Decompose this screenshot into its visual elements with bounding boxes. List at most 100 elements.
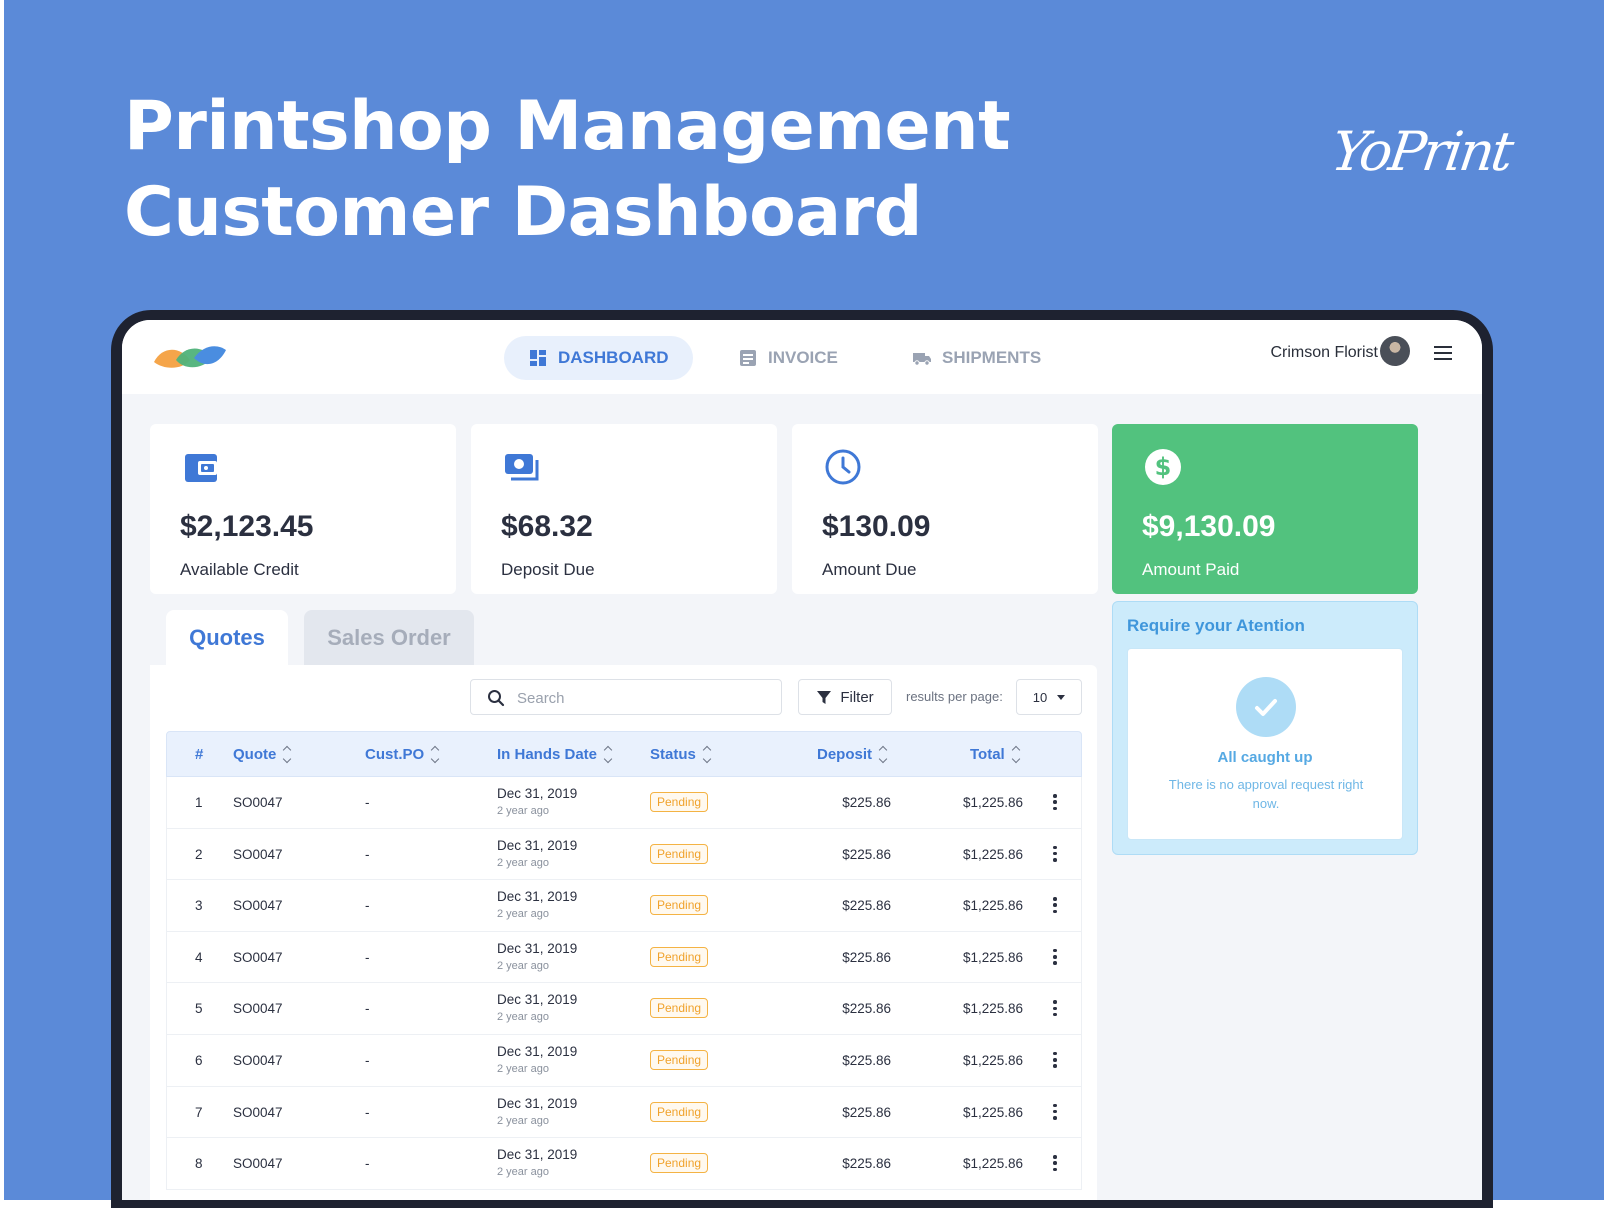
table-row[interactable]: 1 SO0047 - Dec 31, 2019 2 year ago Pending $22… [166, 777, 1082, 829]
column-header-in-hands-date[interactable]: In Hands Date [497, 745, 613, 764]
dollar-icon: $ [1145, 449, 1181, 485]
nav-shipments[interactable]: SHIPMENTS [888, 336, 1065, 380]
cust-po: - [365, 949, 370, 965]
table-row[interactable]: 3 SO0047 - Dec 31, 2019 2 year ago Pending $22… [166, 880, 1082, 932]
search-icon [488, 690, 505, 707]
attention-panel: Require your Atention All caught up Ther… [1112, 601, 1418, 855]
top-navigation: DASHBOARD INVOICE SHIPMENTS Crimson Flor… [122, 320, 1482, 394]
more-options-icon[interactable] [1053, 948, 1057, 965]
column-header-deposit[interactable]: Deposit [817, 745, 888, 764]
date-relative: 2 year ago [497, 805, 549, 817]
results-per-page-select[interactable]: 10 [1016, 679, 1082, 715]
clock-icon [825, 449, 861, 485]
status-badge: Pending [650, 1101, 709, 1122]
more-options-icon[interactable] [1053, 897, 1057, 914]
in-hands-date: Dec 31, 2019 [497, 1043, 578, 1059]
column-header-status[interactable]: Status [650, 745, 712, 764]
date-relative: 2 year ago [497, 908, 549, 921]
more-options-icon[interactable] [1053, 1103, 1057, 1120]
in-hands-date: Dec 31, 2019 [497, 1095, 578, 1111]
more-options-icon[interactable] [1053, 845, 1057, 862]
total-value: $1,225.86 [962, 1156, 1023, 1172]
results-per-page-value: 10 [1032, 689, 1048, 705]
search-input[interactable] [517, 686, 767, 710]
filter-button[interactable]: Filter [798, 679, 892, 715]
hero-title-line1: Printshop Management [124, 87, 1011, 166]
wallet-icon [185, 454, 217, 482]
status-badge: Pending [650, 843, 709, 864]
total-value: $1,225.86 [962, 846, 1023, 862]
nav-shipments-label: SHIPMENTS [942, 348, 1042, 367]
table-row[interactable]: 7 SO0047 - Dec 31, 2019 2 year ago Pending $22… [166, 1086, 1082, 1139]
table-row[interactable]: 5 SO0047 - Dec 31, 2019 2 year ago Pending $22… [166, 983, 1082, 1035]
deposit-value: $225.86 [842, 1052, 891, 1068]
in-hands-date: Dec 31, 2019 [497, 837, 578, 853]
sort-icon[interactable] [1011, 745, 1020, 764]
nav-dashboard[interactable]: DASHBOARD [504, 336, 693, 380]
table-body: 1 SO0047 - Dec 31, 2019 2 year ago Pending $22… [166, 777, 1082, 1190]
column-header-number: # [195, 746, 204, 763]
deposit-value: $225.86 [842, 846, 891, 862]
hero-title-line2: Customer Dashboard [124, 173, 922, 252]
total-value: $1,225.86 [962, 1001, 1023, 1017]
deposit-value: $225.86 [842, 898, 891, 914]
attention-title: Require your Atention [1127, 616, 1305, 635]
total-value: $1,225.86 [962, 949, 1023, 965]
column-header-quote[interactable]: Quote [233, 745, 292, 764]
brand-logo: YoPrint [1327, 120, 1515, 183]
nav-invoice[interactable]: INVOICE [714, 336, 862, 380]
hamburger-menu-icon[interactable] [1434, 346, 1452, 360]
cust-po: - [365, 795, 370, 810]
table-row[interactable]: 2 SO0047 - Dec 31, 2019 2 year ago Pending $22… [166, 828, 1082, 881]
column-header-total[interactable]: Total [970, 745, 1020, 764]
table-row[interactable]: 6 SO0047 - Dec 31, 2019 2 year ago Pending $22… [166, 1034, 1082, 1087]
sort-icon[interactable] [603, 745, 613, 764]
deposit-due-label: Deposit Due [501, 560, 595, 579]
quote-number: SO0047 [233, 1052, 283, 1068]
deposit-value: $225.86 [842, 949, 891, 965]
table-row[interactable]: 8 SO0047 - Dec 31, 2019 2 year ago Pending $22… [166, 1138, 1082, 1190]
quotes-panel: Filter results per page: 10 # Quote Cust… [150, 665, 1097, 1200]
status-badge: Pending [650, 895, 709, 916]
cust-po: - [365, 1156, 370, 1172]
sort-icon[interactable] [430, 745, 440, 764]
total-value: $1,225.86 [962, 1104, 1023, 1120]
quote-number: SO0047 [233, 898, 283, 914]
more-options-icon[interactable] [1053, 1155, 1057, 1172]
sort-icon[interactable] [283, 745, 292, 764]
check-icon [1236, 677, 1296, 737]
truck-icon [913, 353, 931, 366]
total-value: $1,225.86 [962, 1052, 1023, 1068]
available-credit-card: $2,123.45 Available Credit [150, 424, 456, 594]
user-name[interactable]: Crimson Florist [1270, 344, 1378, 362]
more-options-icon[interactable] [1053, 1000, 1057, 1017]
more-options-icon[interactable] [1053, 1051, 1057, 1068]
quote-number: SO0047 [233, 795, 283, 810]
amount-paid-label: Amount Paid [1142, 560, 1240, 579]
results-per-page-label: results per page: [906, 689, 1003, 704]
status-badge: Pending [650, 1153, 709, 1174]
available-credit-amount: $2,123.45 [180, 510, 314, 543]
cust-po: - [365, 1104, 370, 1120]
table-row[interactable]: 4 SO0047 - Dec 31, 2019 2 year ago Pending $22… [166, 931, 1082, 984]
tab-sales-order[interactable]: Sales Order [304, 610, 474, 666]
nav-dashboard-label: DASHBOARD [558, 348, 669, 367]
status-badge: Pending [650, 792, 709, 812]
quotes-table: # Quote Cust.PO In Hands Date Status Dep… [166, 731, 1082, 1190]
more-options-icon[interactable] [1053, 794, 1057, 810]
tab-quotes[interactable]: Quotes [166, 610, 288, 666]
app-logo-icon[interactable] [152, 340, 228, 372]
row-number: 5 [195, 1001, 203, 1017]
date-relative: 2 year ago [497, 959, 549, 972]
avatar[interactable] [1380, 336, 1410, 366]
deposit-value: $225.86 [842, 795, 891, 810]
quote-number: SO0047 [233, 949, 283, 965]
deposit-value: $225.86 [842, 1001, 891, 1017]
filter-label: Filter [840, 688, 874, 706]
sort-icon[interactable] [878, 745, 888, 764]
sort-icon[interactable] [702, 745, 712, 764]
column-header-cust-po[interactable]: Cust.PO [365, 745, 440, 764]
attention-box: All caught up There is no approval reque… [1127, 648, 1403, 840]
date-relative: 2 year ago [497, 856, 549, 869]
attention-message: There is no approval request right now. [1168, 777, 1364, 811]
